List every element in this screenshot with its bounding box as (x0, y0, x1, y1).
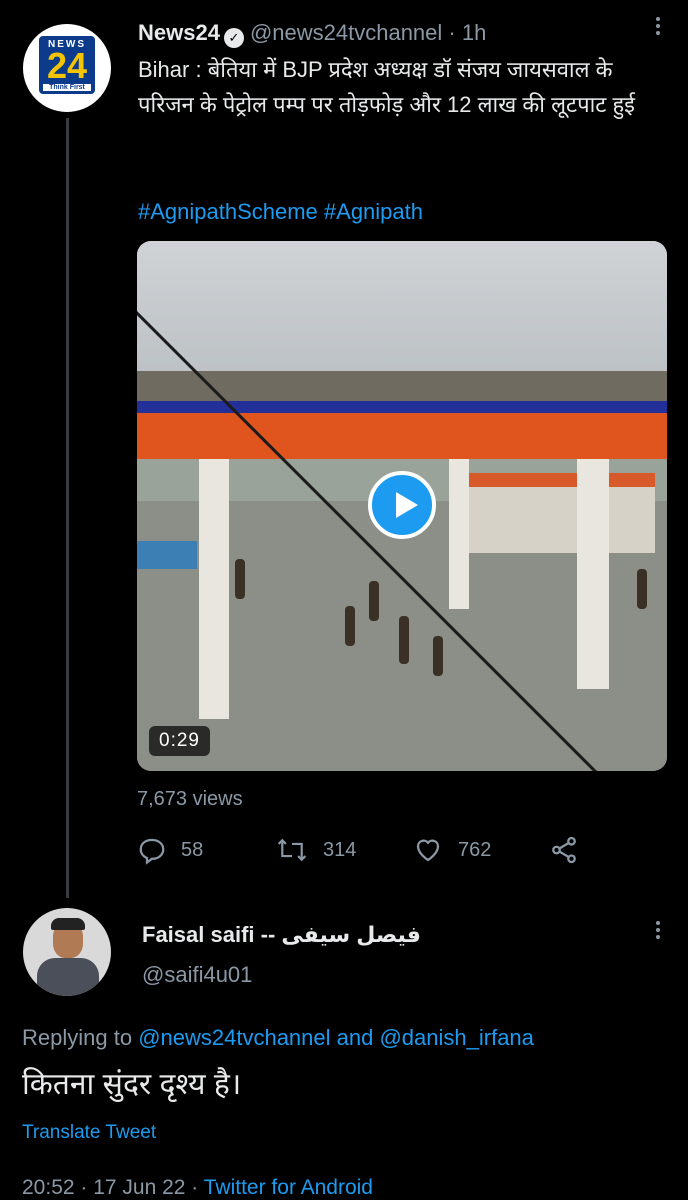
reply-icon (139, 838, 165, 865)
video-person (399, 616, 409, 664)
heart-icon (416, 839, 440, 862)
canopy-orange-band (137, 413, 667, 459)
verified-badge-icon: ✓ (223, 28, 244, 48)
video-person (345, 606, 355, 646)
video-person (369, 581, 379, 621)
reply-button[interactable]: 58 (137, 830, 203, 870)
news24-avatar[interactable]: NEWS 24 Think First (23, 24, 111, 112)
translate-tweet-link[interactable]: Translate Tweet (22, 1122, 156, 1144)
play-icon (396, 492, 418, 518)
reply-user-handle[interactable]: @saifi4u01 (142, 962, 252, 988)
reply-text: कितना सुंदर दृश्य है। (22, 1068, 242, 1101)
view-count: 7,673 views (137, 788, 243, 810)
video-person (235, 559, 245, 599)
mention-link[interactable]: @danish_irfana (379, 1025, 533, 1050)
replying-and[interactable]: and (331, 1025, 380, 1050)
more-options-icon[interactable] (646, 14, 670, 44)
faisal-avatar[interactable] (23, 908, 111, 996)
tweet-meta: 20:52 · 17 Jun 22 · Twitter for Android (22, 1176, 373, 1200)
avatar-body (37, 958, 99, 996)
tweet-header: News24 ✓ @news24tvchannel · 1h (138, 20, 486, 48)
source-link[interactable]: Twitter for Android (204, 1176, 373, 1199)
video-person (637, 569, 647, 609)
video-person (433, 636, 443, 676)
video-shop-roof (455, 473, 655, 487)
like-button[interactable]: 762 (412, 830, 491, 870)
news24-logo: NEWS 24 Think First (39, 36, 95, 94)
mention-link[interactable]: @news24tvchannel (138, 1025, 330, 1050)
video-duration: 0:29 (149, 726, 210, 756)
thread-line (66, 118, 69, 898)
replying-prefix: Replying to (22, 1025, 139, 1050)
retweet-count: 314 (323, 838, 357, 861)
reply-count: 58 (181, 838, 204, 861)
share-button[interactable] (549, 830, 593, 870)
tweet-text: Bihar : बेतिया में BJP प्रदेश अध्यक्ष डॉ… (138, 57, 635, 117)
tweet-hashtags[interactable]: #AgnipathScheme #Agnipath (138, 199, 423, 225)
replying-to: Replying to @news24tvchannel and @danish… (22, 1025, 534, 1051)
display-name[interactable]: News24 (138, 20, 220, 45)
reply-more-options-icon[interactable] (646, 918, 670, 947)
canopy-pillar (199, 459, 229, 719)
avatar-hair (51, 918, 85, 930)
tweet-time[interactable]: 1h (462, 20, 486, 45)
like-count: 762 (458, 838, 492, 861)
retweet-button[interactable]: 314 (275, 830, 356, 870)
separator: · (448, 20, 456, 45)
logo-number: 24 (46, 45, 88, 86)
video-player[interactable]: 0:29 (137, 241, 667, 771)
tweet-actions: 58 314 762 (137, 830, 657, 870)
play-button[interactable] (368, 471, 436, 539)
user-handle[interactable]: @news24tvchannel (250, 20, 442, 45)
canopy-pillar (449, 459, 469, 609)
canopy-pillar (577, 459, 609, 689)
canopy-blue-band (137, 401, 667, 413)
reply-display-name[interactable]: Faisal saifi -- فيصل سيفى (142, 922, 421, 948)
timestamp[interactable]: 20:52 · 17 Jun 22 · (22, 1176, 204, 1199)
retweet-icon (277, 838, 307, 862)
logo-tagline: Think First (43, 84, 91, 91)
share-icon (552, 836, 576, 864)
video-tarp (137, 541, 197, 569)
